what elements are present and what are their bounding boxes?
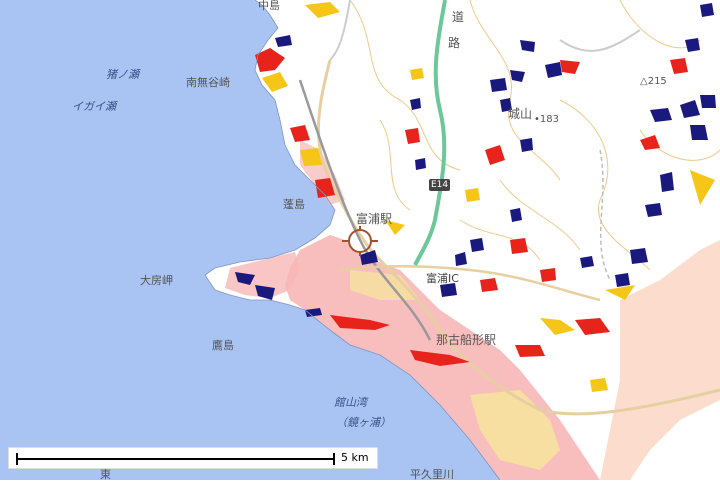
- center-crosshair-icon: [342, 226, 378, 256]
- label-elev-215: △215: [640, 76, 667, 87]
- label-elev-183: •183: [534, 114, 559, 125]
- label-igai-se: イガイ瀬: [72, 100, 116, 113]
- label-kagami-ga-ura: （鏡ヶ浦）: [336, 416, 391, 429]
- scale-tick-start: [16, 453, 18, 465]
- label-tomiura-station: 富浦駅: [356, 212, 393, 226]
- label-top-cut: 中島: [258, 0, 280, 12]
- label-road-name: 道: [452, 10, 465, 24]
- route-shield-e14: E14: [429, 179, 451, 191]
- label-hourai-jima: 蓬島: [283, 198, 305, 211]
- label-inoshi-se: 猪ノ瀬: [106, 68, 139, 81]
- label-ofusa-misaki: 大房岬: [140, 274, 173, 287]
- label-nakofunagata-station: 那古船形駅: [436, 333, 497, 347]
- scale-tick-end: [333, 453, 335, 465]
- label-tateyama-wan: 館山湾: [334, 396, 367, 409]
- label-tomiura-ic: 富浦IC: [426, 272, 459, 285]
- scale-bar: 5 km: [8, 447, 378, 469]
- label-shiroyama: 城山: [508, 107, 533, 121]
- label-road-name-2: 路: [448, 36, 461, 50]
- scale-label: 5 km: [341, 451, 369, 464]
- label-minami-nashi: 南無谷崎: [186, 76, 230, 89]
- label-takara-jima: 鷹島: [212, 339, 234, 352]
- scale-bar-line: [17, 458, 335, 460]
